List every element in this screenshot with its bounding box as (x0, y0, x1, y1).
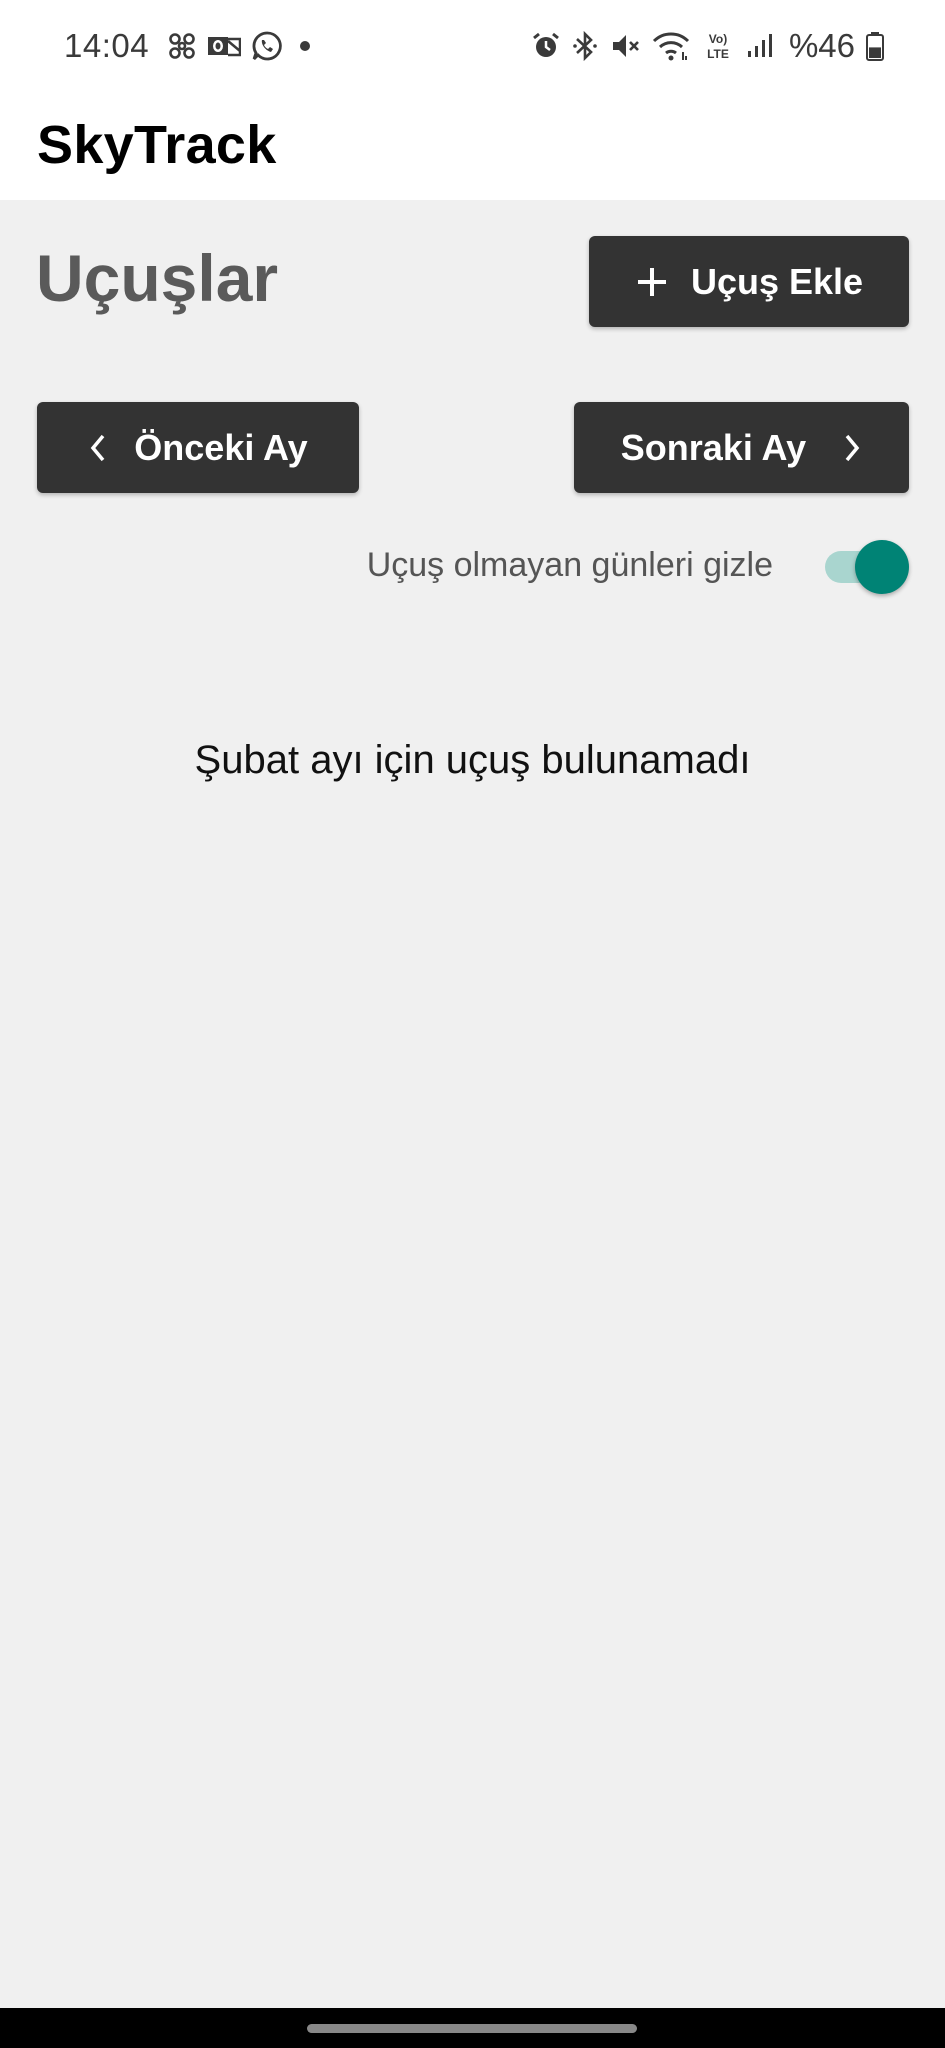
next-month-label: Sonraki Ay (620, 426, 807, 468)
app-bar: SkyTrack (0, 92, 945, 200)
status-bar: 14:04 Vo) LTE %46 (0, 0, 945, 92)
empty-state-message: Şubat ayı için uçuş bulunamadı (194, 738, 751, 782)
next-month-button[interactable]: Sonraki Ay (574, 402, 909, 493)
system-nav-bar (0, 2008, 945, 2048)
outlook-icon (207, 31, 242, 61)
alarm-icon (531, 31, 561, 61)
bluetooth-icon (571, 30, 599, 62)
switch-thumb (855, 540, 909, 594)
home-gesture-handle[interactable] (307, 2024, 637, 2033)
mute-icon (609, 30, 641, 62)
volte-top-text: Vo) (709, 32, 727, 46)
volte-icon: Vo) LTE (701, 30, 735, 62)
battery-icon (865, 30, 885, 62)
dot-icon (293, 34, 317, 58)
plus-icon (635, 265, 669, 299)
app-title: SkyTrack (37, 115, 277, 175)
volte-bottom-text: LTE (707, 47, 729, 61)
hide-empty-days-row: Uçuş olmayan günleri gizle (367, 535, 909, 595)
status-left: 14:04 (64, 22, 317, 70)
main-content: Uçuşlar Uçuş Ekle Önceki Ay Sonraki Ay U… (0, 200, 945, 2008)
battery-percent: %46 (788, 27, 855, 64)
whatsapp-icon (251, 30, 283, 62)
previous-month-button[interactable]: Önceki Ay (37, 402, 359, 493)
status-time: 14:04 (64, 27, 150, 64)
chevron-right-icon (842, 432, 862, 464)
fan-icon (167, 31, 197, 61)
chevron-left-icon (88, 432, 108, 464)
hide-empty-days-switch[interactable] (821, 535, 909, 595)
signal-icon (745, 31, 775, 61)
add-flight-label: Uçuş Ekle (690, 260, 864, 302)
add-flight-button[interactable]: Uçuş Ekle (589, 236, 909, 327)
wifi-icon (651, 30, 691, 62)
hide-empty-days-label: Uçuş olmayan günleri gizle (366, 545, 773, 584)
status-right: Vo) LTE %46 (531, 22, 885, 70)
previous-month-label: Önceki Ay (134, 426, 308, 468)
page-title: Uçuşlar (36, 241, 279, 315)
